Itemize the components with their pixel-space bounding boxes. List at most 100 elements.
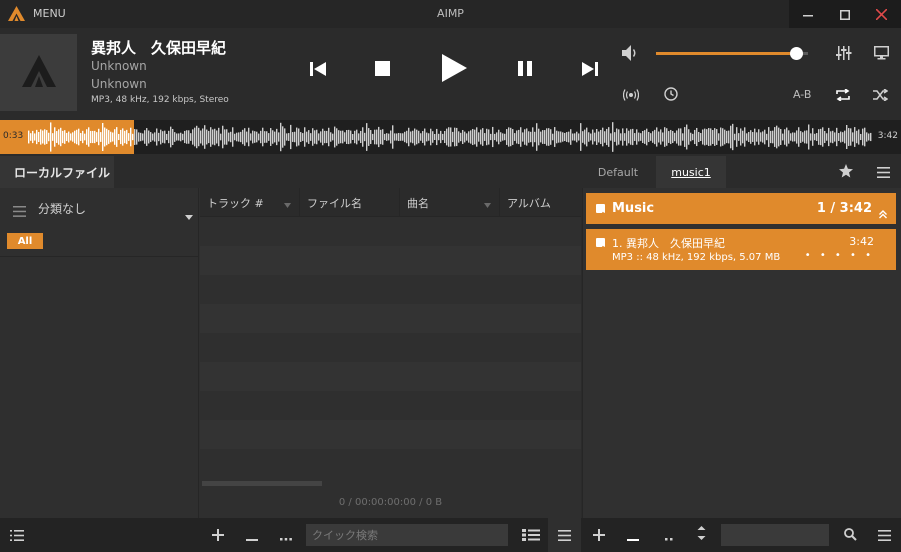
tab-music1[interactable]: music1 (656, 156, 726, 188)
menu-button[interactable]: MENU (0, 0, 76, 28)
previous-button[interactable] (304, 56, 332, 84)
playlist-group-header[interactable]: Music 1 / 3:42 (586, 193, 896, 224)
waveform-bar (592, 129, 594, 145)
volume-icon[interactable] (621, 44, 639, 66)
tab-default[interactable]: Default (586, 156, 650, 188)
maximize-icon (839, 5, 850, 24)
equalizer-button[interactable] (832, 42, 856, 66)
filter-all-badge[interactable]: All (7, 233, 43, 249)
search-icon (843, 526, 857, 545)
waveform-bar (256, 131, 258, 143)
waveform-bar (302, 133, 304, 141)
waveform-bar (830, 131, 832, 143)
favorite-button[interactable] (834, 160, 858, 184)
waveform-bar (160, 129, 162, 145)
library-remove-button[interactable] (240, 518, 264, 552)
playlist-add-button[interactable] (587, 518, 611, 552)
waveform-bar (60, 127, 62, 147)
playlist-panel: Music 1 / 3:42 1. 異邦人 久保田早紀 MP3 :: 48 kH… (582, 188, 901, 518)
column-header-album[interactable]: アルバム (500, 188, 581, 217)
playlist-footer-menu-button[interactable] (872, 518, 896, 552)
playlist-more-button[interactable] (657, 518, 681, 552)
waveform-bar (400, 133, 402, 141)
waveform-bar (600, 129, 602, 145)
album-art (0, 34, 77, 111)
scheduler-button[interactable] (659, 83, 683, 107)
waveform-bar (854, 127, 856, 147)
playlist-search-input[interactable] (721, 524, 829, 546)
waveform-bar (374, 129, 376, 145)
aimp-logo-icon (21, 54, 56, 91)
waveform-bar (688, 129, 690, 145)
library-list-button[interactable] (0, 518, 34, 552)
tab-local-files[interactable]: ローカルファイル (0, 156, 114, 188)
waveform-bar (166, 133, 168, 141)
waveform-bar (832, 130, 834, 144)
waveform-bar (734, 133, 736, 141)
volume-slider[interactable] (656, 47, 808, 60)
waveform-bar (758, 129, 760, 145)
playlist-menu-button[interactable] (871, 160, 895, 184)
waveform-bar (816, 133, 818, 141)
waveform-bar (354, 130, 356, 144)
waveform-bar (404, 131, 406, 143)
waveform-bar (252, 130, 254, 144)
sort-button[interactable] (689, 518, 713, 552)
waveform-bar (52, 133, 54, 141)
repeat-button[interactable] (831, 83, 855, 107)
track-format: MP3, 48 kHz, 192 kbps, Stereo (91, 95, 229, 105)
waveform-bar (478, 132, 480, 142)
pause-button[interactable] (511, 56, 539, 84)
minimize-button[interactable] (789, 0, 826, 28)
column-header-title[interactable]: 曲名 (400, 188, 500, 217)
ab-repeat-button[interactable]: A-B (793, 88, 811, 101)
waveform-bar (308, 130, 310, 144)
view-mode-button[interactable] (516, 518, 546, 552)
waveform-bar (122, 128, 124, 146)
waveform-bar (786, 127, 788, 147)
library-panel: 分類なし All トラック # ファイル名 曲名 アルバム 0 / 00:00:… (0, 188, 581, 518)
waveform-bar (274, 131, 276, 143)
waveform-bar (346, 130, 348, 144)
waveform-bar (774, 127, 776, 147)
radio-button[interactable] (619, 83, 643, 107)
waveform-bar (112, 132, 114, 142)
waveform-bar (454, 127, 456, 147)
waveform-bar (548, 128, 550, 146)
horizontal-scrollbar[interactable] (202, 481, 322, 486)
waveform-bar (118, 133, 120, 141)
stop-button[interactable] (368, 56, 396, 84)
item-rating[interactable]: • • • • • (805, 250, 874, 261)
quick-search-input[interactable]: クイック検索 (306, 524, 508, 546)
next-button[interactable] (576, 56, 604, 84)
close-button[interactable] (863, 0, 900, 28)
column-header-track[interactable]: トラック # (200, 188, 300, 217)
group-checkbox[interactable] (596, 204, 605, 218)
waveform-bar (504, 133, 506, 141)
track-album: Unknown (91, 77, 147, 91)
waveform-bar (210, 127, 212, 147)
category-label: 分類なし (38, 202, 87, 216)
playlist-search-button[interactable] (838, 518, 862, 552)
library-add-button[interactable] (206, 518, 230, 552)
play-button[interactable] (436, 52, 472, 88)
divider (0, 256, 199, 257)
volume-handle[interactable] (790, 47, 803, 60)
waveform-bar (784, 129, 786, 145)
waveform-bar (56, 131, 58, 143)
item-checkbox[interactable] (596, 238, 605, 252)
seek-bar[interactable]: 0:33 3:42 (0, 120, 901, 154)
category-selector[interactable]: 分類なし (0, 188, 199, 228)
maximize-button[interactable] (826, 0, 863, 28)
waveform-bar (458, 131, 460, 143)
library-menu-button[interactable] (548, 518, 581, 552)
column-header-filename[interactable]: ファイル名 (300, 188, 400, 217)
library-more-button[interactable] (274, 518, 298, 552)
shuffle-button[interactable] (868, 83, 892, 107)
waveform-bar (342, 130, 344, 144)
waveform-bar (84, 133, 86, 141)
playlist-item[interactable]: 1. 異邦人 久保田早紀 MP3 :: 48 kHz, 192 kbps, 5.… (586, 229, 896, 270)
hamburger-icon (558, 526, 571, 545)
mini-player-button[interactable] (869, 42, 893, 66)
playlist-remove-button[interactable] (621, 518, 645, 552)
